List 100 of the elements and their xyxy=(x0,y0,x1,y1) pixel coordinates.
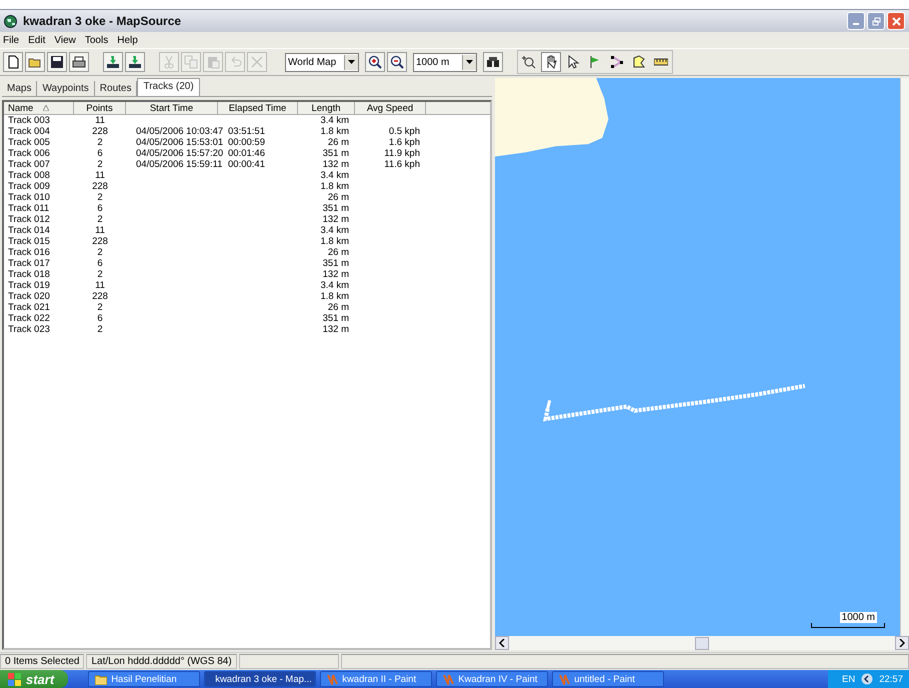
toolbar-button[interactable] xyxy=(47,52,67,72)
vertical-scrollbar[interactable] xyxy=(900,78,909,636)
paint-icon xyxy=(443,674,454,684)
table-cell: Track 021 xyxy=(8,302,50,313)
table-cell: 11 xyxy=(95,170,105,181)
horizontal-scrollbar[interactable] xyxy=(495,636,909,650)
table-cell: 3.4 km xyxy=(320,225,349,236)
caret-icon xyxy=(466,60,473,64)
menu-item[interactable]: View xyxy=(54,34,76,46)
table-cell: 6 xyxy=(97,258,103,269)
table-cell: Track 003 xyxy=(8,115,50,126)
status-text: Lat/Lon hddd.ddddd° (WGS 84) xyxy=(86,654,237,669)
table-cell: 3.4 km xyxy=(320,280,349,291)
page-icon xyxy=(6,55,20,69)
copy-icon xyxy=(184,55,198,69)
table-cell: Track 018 xyxy=(8,269,50,280)
column-header[interactable]: Name xyxy=(4,102,74,115)
table-cell: 1.8 km xyxy=(320,236,349,247)
table-cell: Track 015 xyxy=(8,236,50,247)
table-cell: 351 m xyxy=(322,313,349,324)
table-cell: 04/05/2006 15:57:20 xyxy=(136,148,224,159)
caret-icon xyxy=(348,60,355,64)
tool-button[interactable] xyxy=(541,52,561,72)
table-cell: 228 xyxy=(92,236,108,247)
taskbar-item[interactable]: Hasil Penelitian xyxy=(88,671,200,687)
minimize-icon xyxy=(853,23,859,25)
table-cell: Track 020 xyxy=(8,291,50,302)
paint-icon xyxy=(327,674,338,684)
table-cell: Track 012 xyxy=(8,214,50,225)
menu-item[interactable]: Help xyxy=(117,34,138,46)
restore-icon xyxy=(872,16,880,26)
map-dropdown[interactable]: World Map xyxy=(285,52,359,72)
taskbar-item[interactable]: Kwadran IV - Paint xyxy=(436,671,548,687)
scroll-thumb[interactable] xyxy=(695,636,709,650)
scroll-left-button[interactable] xyxy=(495,636,509,650)
table-cell: 1.8 km xyxy=(320,181,349,192)
table-cell: 04/05/2006 15:53:01 xyxy=(136,137,224,148)
toolbar-button[interactable] xyxy=(103,52,123,72)
scale-label: 1000 m xyxy=(840,612,877,623)
globe-icon xyxy=(4,14,17,28)
table-cell: 26 m xyxy=(328,302,349,313)
windows-logo-icon xyxy=(8,672,21,686)
binoculars-icon xyxy=(486,56,500,68)
close-icon xyxy=(892,16,900,26)
table-cell: Track 008 xyxy=(8,170,50,181)
menu-item[interactable]: Tools xyxy=(84,34,108,46)
table-cell: Track 009 xyxy=(8,181,50,192)
column-header[interactable]: Length xyxy=(298,102,355,115)
tab[interactable]: Tracks (20) xyxy=(137,78,200,96)
clipboard-icon xyxy=(206,55,220,69)
toolbar-button[interactable] xyxy=(69,52,89,72)
table-cell: Track 005 xyxy=(8,137,50,148)
table-cell: 3.4 km xyxy=(320,170,349,181)
find-button[interactable] xyxy=(483,52,503,72)
table-cell: 132 m xyxy=(322,214,349,225)
tab[interactable]: Maps xyxy=(2,81,38,96)
table-cell: Track 011 xyxy=(8,203,50,214)
table-cell: 11 xyxy=(95,280,105,291)
minimize-button[interactable] xyxy=(847,12,865,30)
sort-icon xyxy=(43,105,50,111)
close-button[interactable] xyxy=(887,12,905,30)
table-cell: 228 xyxy=(92,291,108,302)
table-cell: Track 023 xyxy=(8,324,50,335)
table-cell: 00:00:59 xyxy=(228,137,265,148)
scale-dropdown[interactable]: 1000 m xyxy=(413,52,477,72)
menu-item[interactable]: Edit xyxy=(28,34,46,46)
table-cell: 04/05/2006 15:59:11 xyxy=(136,159,222,170)
zoom-out-icon xyxy=(390,55,404,69)
table-cell: Track 004 xyxy=(8,126,50,137)
toolbar-button[interactable] xyxy=(25,52,45,72)
table-cell: 132 m xyxy=(322,159,349,170)
column-header[interactable]: Avg Speed xyxy=(355,102,426,115)
zoom-button[interactable] xyxy=(387,52,407,72)
scroll-right-button[interactable] xyxy=(895,636,909,650)
table-cell: 26 m xyxy=(328,137,349,148)
table-cell: 26 m xyxy=(328,247,349,258)
tab[interactable]: Waypoints xyxy=(37,81,95,96)
column-header[interactable]: Start Time xyxy=(126,102,218,115)
restore-button[interactable] xyxy=(867,12,885,30)
zoom-button[interactable] xyxy=(365,52,385,72)
toolbar-button[interactable] xyxy=(125,52,145,72)
table-cell: 04/05/2006 10:03:47 xyxy=(136,126,224,137)
table-cell: Track 019 xyxy=(8,280,50,291)
route-icon xyxy=(610,55,624,69)
column-header[interactable]: Points xyxy=(74,102,126,115)
menu-item[interactable]: File xyxy=(3,34,20,46)
taskbar-item[interactable]: kwadran 3 oke - Map... xyxy=(204,671,316,687)
toolbar-button[interactable] xyxy=(3,52,23,72)
clock: 22:57 xyxy=(879,674,903,684)
taskbar-item[interactable]: kwadran II - Paint xyxy=(320,671,432,687)
table-cell: 11 xyxy=(95,115,105,126)
table-cell: 228 xyxy=(92,126,108,137)
start-button[interactable]: start xyxy=(0,670,68,688)
column-header[interactable]: Elapsed Time xyxy=(218,102,298,115)
printer-icon xyxy=(72,55,86,69)
chevron-icon[interactable] xyxy=(861,673,874,685)
table-cell: 26 m xyxy=(328,192,349,203)
folder-icon xyxy=(95,674,108,684)
taskbar-item[interactable]: untitled - Paint xyxy=(552,671,664,687)
table-cell: 6 xyxy=(97,203,103,214)
